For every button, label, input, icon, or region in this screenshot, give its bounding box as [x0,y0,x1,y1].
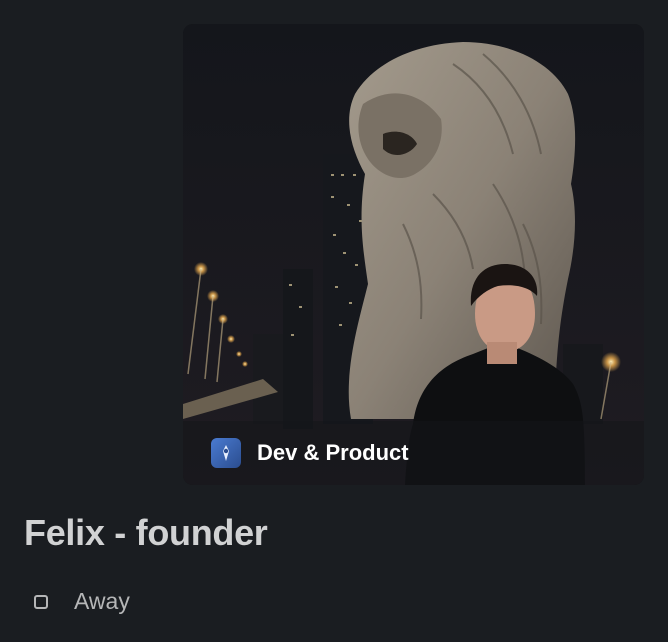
presence-status: Away [34,588,130,615]
team-name: Dev & Product [257,440,409,465]
team-icon [211,438,241,468]
profile-photo-image [183,24,644,485]
profile-photo[interactable]: Dev & Product [183,24,644,485]
team-banner[interactable]: Dev & Product [183,421,644,485]
away-status-icon [34,594,48,609]
presence-label: Away [74,588,130,614]
display-name: Felix - founder [24,512,268,553]
profile-panel: Dev & Product Felix - founder Away [0,0,668,642]
